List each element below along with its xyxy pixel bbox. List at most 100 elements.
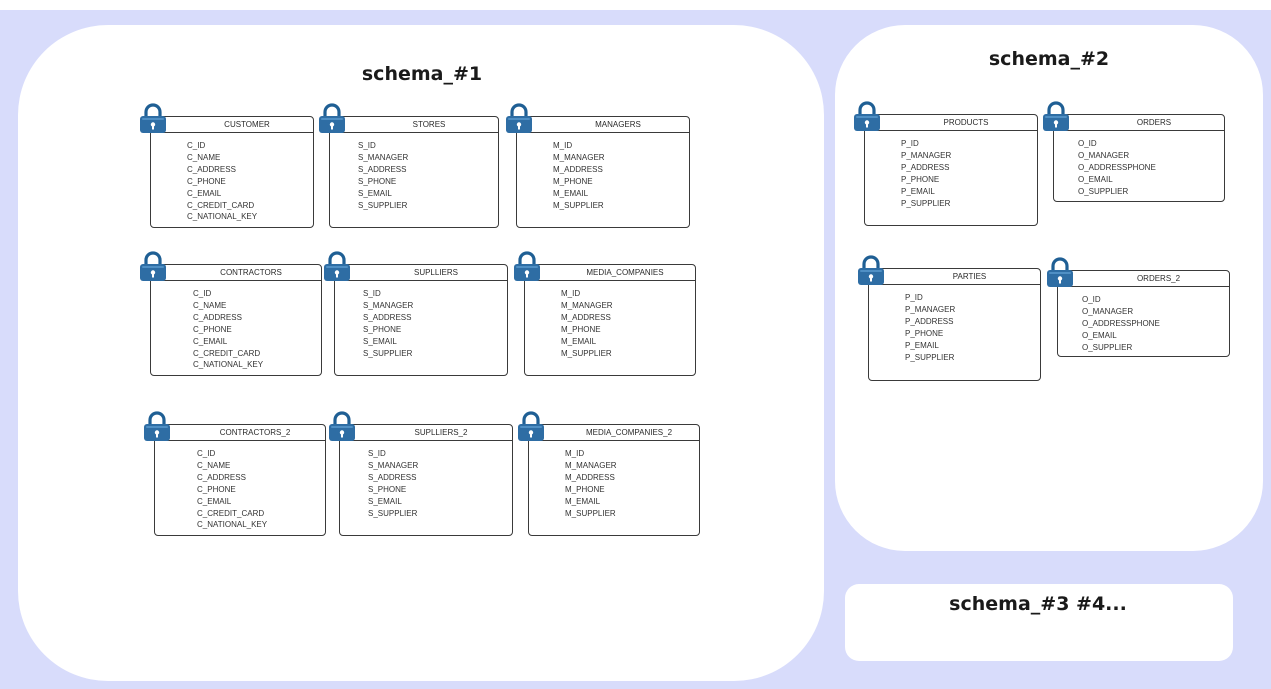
table-field: C_CREDIT_CARD bbox=[187, 200, 255, 210]
table-field: P_EMAIL bbox=[901, 186, 935, 196]
field-list: C_ID C_NAME C_ADDRESS C_PHONE C_EMAIL C_CREDI… bbox=[187, 140, 257, 223]
field-list: C_ID C_NAME C_ADDRESS C_PHONE C_EMAIL C_CREDI… bbox=[197, 448, 267, 531]
padlock-icon bbox=[506, 103, 532, 133]
table-orders-2[interactable]: ORDERS_2 O_ID O_MANAGER O_ADDRESSPHONE O_EM… bbox=[1047, 257, 1230, 357]
field-list: S_ID S_MANAGER S_ADDRESS S_PHONE S_EMAIL S_SU… bbox=[363, 288, 413, 359]
table-field: M_PHONE bbox=[561, 324, 601, 334]
table-field: O_SUPPLIER bbox=[1082, 342, 1133, 352]
table-contractors[interactable]: CONTRACTORS C_ID C_NAME C_ADDRESS C_PHONE C_… bbox=[140, 251, 322, 376]
table-field: S_ADDRESS bbox=[358, 164, 407, 174]
table-managers[interactable]: MANAGERS M_ID M_MANAGER M_ADDRESS M_PHONE M_… bbox=[506, 103, 690, 228]
table-media-companies-2[interactable]: MEDIA_COMPANIES_2 M_ID M_MANAGER M_ADDRESS… bbox=[518, 411, 700, 536]
table-field: M_MANAGER bbox=[565, 460, 617, 470]
field-list: S_ID S_MANAGER S_ADDRESS S_PHONE S_EMAIL S_SU… bbox=[358, 140, 408, 211]
field-list: M_ID M_MANAGER M_ADDRESS M_PHONE M_EMAIL M_SU… bbox=[561, 288, 613, 359]
table-name: CONTRACTORS bbox=[151, 265, 321, 281]
table-field: M_SUPPLIER bbox=[565, 508, 616, 518]
table-field: C_NATIONAL_KEY bbox=[193, 360, 264, 370]
table-field: S_ADDRESS bbox=[363, 312, 412, 322]
table-field: C_ID bbox=[187, 141, 206, 150]
table-field: S_SUPPLIER bbox=[368, 508, 418, 518]
table-field: M_MANAGER bbox=[561, 300, 613, 310]
table-field: P_PHONE bbox=[905, 328, 944, 338]
table-field: O_MANAGER bbox=[1082, 306, 1134, 316]
table-field: C_NAME bbox=[187, 152, 221, 162]
field-list: S_ID S_MANAGER S_ADDRESS S_PHONE S_EMAIL S_SU… bbox=[368, 448, 418, 519]
table-field: C_NAME bbox=[193, 300, 227, 310]
table-field: P_ADDRESS bbox=[901, 162, 950, 172]
table-field: C_CREDIT_CARD bbox=[193, 348, 261, 358]
table-name: PARTIES bbox=[869, 269, 1040, 285]
field-list: M_ID M_MANAGER M_ADDRESS M_PHONE M_EMAIL M_SU… bbox=[553, 140, 605, 211]
table-stores[interactable]: STORES S_ID S_MANAGER S_ADDRESS S_PHONE S_EM… bbox=[319, 103, 499, 228]
table-field: O_ADDRESSPHONE bbox=[1082, 318, 1160, 328]
table-field: P_PHONE bbox=[901, 174, 940, 184]
padlock-icon bbox=[329, 411, 355, 441]
padlock-icon bbox=[858, 255, 884, 285]
table-field: S_ID bbox=[358, 141, 376, 150]
table-name: ORDERS_2 bbox=[1058, 271, 1229, 287]
table-field: M_ID bbox=[561, 289, 581, 298]
table-field: C_EMAIL bbox=[193, 336, 228, 346]
padlock-icon bbox=[140, 251, 166, 281]
table-field: S_PHONE bbox=[368, 484, 407, 494]
table-field: M_PHONE bbox=[553, 176, 593, 186]
table-field: C_ADDRESS bbox=[197, 472, 246, 482]
field-list: O_ID O_MANAGER O_ADDRESSPHONE O_EMAIL O_SUPP… bbox=[1078, 138, 1156, 198]
table-field: M_ID bbox=[565, 449, 585, 458]
table-field: S_EMAIL bbox=[358, 188, 392, 198]
table-name: CONTRACTORS_2 bbox=[155, 425, 325, 441]
table-name: STORES bbox=[330, 117, 498, 133]
table-orders[interactable]: ORDERS O_ID O_MANAGER O_ADDRESSPHONE O_EMAI… bbox=[1043, 101, 1225, 202]
table-field: P_SUPPLIER bbox=[901, 198, 951, 208]
padlock-icon bbox=[514, 251, 540, 281]
table-field: C_EMAIL bbox=[187, 188, 222, 198]
table-contractors-2[interactable]: CONTRACTORS_2 C_ID C_NAME C_ADDRESS C_PHONE… bbox=[144, 411, 326, 536]
padlock-icon bbox=[1043, 101, 1069, 131]
table-parties[interactable]: PARTIES P_ID P_MANAGER P_ADDRESS P_PHONE P_E… bbox=[858, 255, 1041, 381]
table-field: S_MANAGER bbox=[358, 152, 409, 162]
table-field: C_CREDIT_CARD bbox=[197, 508, 265, 518]
table-name: MEDIA_COMPANIES_2 bbox=[529, 425, 699, 441]
table-field: S_ID bbox=[363, 289, 381, 298]
table-field: S_PHONE bbox=[363, 324, 402, 334]
table-field: C_NAME bbox=[197, 460, 231, 470]
table-field: M_ADDRESS bbox=[565, 472, 615, 482]
top-strip bbox=[0, 0, 1271, 10]
table-field: M_EMAIL bbox=[561, 336, 597, 346]
field-list: M_ID M_MANAGER M_ADDRESS M_PHONE M_EMAIL M_SU… bbox=[565, 448, 617, 519]
table-media-companies[interactable]: MEDIA_COMPANIES M_ID M_MANAGER M_ADDRESS M_… bbox=[514, 251, 696, 376]
table-field: M_MANAGER bbox=[553, 152, 605, 162]
table-field: P_ID bbox=[905, 293, 923, 302]
table-field: P_ADDRESS bbox=[905, 316, 954, 326]
table-name: MEDIA_COMPANIES bbox=[525, 265, 695, 281]
schema-2-title: schema_#2 bbox=[988, 48, 1110, 70]
field-list: C_ID C_NAME C_ADDRESS C_PHONE C_EMAIL C_CREDI… bbox=[193, 288, 263, 371]
table-field: S_ID bbox=[368, 449, 386, 458]
table-field: S_ADDRESS bbox=[368, 472, 417, 482]
table-field: M_ID bbox=[553, 141, 573, 150]
table-suplliers-2[interactable]: SUPLLIERS_2 S_ID S_MANAGER S_ADDRESS S_PHON… bbox=[329, 411, 513, 536]
table-field: S_EMAIL bbox=[368, 496, 402, 506]
schema-3-title: schema_#3 #4... bbox=[949, 593, 1127, 615]
table-field: C_PHONE bbox=[193, 324, 232, 334]
table-field: M_ADDRESS bbox=[553, 164, 603, 174]
table-field: O_ADDRESSPHONE bbox=[1078, 162, 1156, 172]
table-field: P_MANAGER bbox=[901, 150, 952, 160]
table-field: P_ID bbox=[901, 139, 919, 148]
table-name: SUPLLIERS bbox=[335, 265, 507, 281]
table-field: P_SUPPLIER bbox=[905, 352, 955, 362]
table-field: O_ID bbox=[1078, 139, 1097, 148]
table-name: CUSTOMER bbox=[151, 117, 313, 133]
table-customer[interactable]: CUSTOMER C_ID C_NAME C_ADDRESS C_PHONE C_EMA… bbox=[140, 103, 314, 228]
table-name: SUPLLIERS_2 bbox=[340, 425, 512, 441]
table-field: M_EMAIL bbox=[553, 188, 589, 198]
table-suplliers[interactable]: SUPLLIERS S_ID S_MANAGER S_ADDRESS S_PHONE S… bbox=[324, 251, 508, 376]
table-field: O_EMAIL bbox=[1078, 174, 1113, 184]
table-field: O_SUPPLIER bbox=[1078, 186, 1129, 196]
schema-1-title: schema_#1 bbox=[361, 63, 483, 85]
table-field: S_PHONE bbox=[358, 176, 397, 186]
table-field: S_SUPPLIER bbox=[358, 200, 408, 210]
field-list: P_ID P_MANAGER P_ADDRESS P_PHONE P_EMAIL P_SU… bbox=[905, 292, 955, 363]
table-products[interactable]: PRODUCTS P_ID P_MANAGER P_ADDRESS P_PHONE P_… bbox=[854, 101, 1038, 226]
